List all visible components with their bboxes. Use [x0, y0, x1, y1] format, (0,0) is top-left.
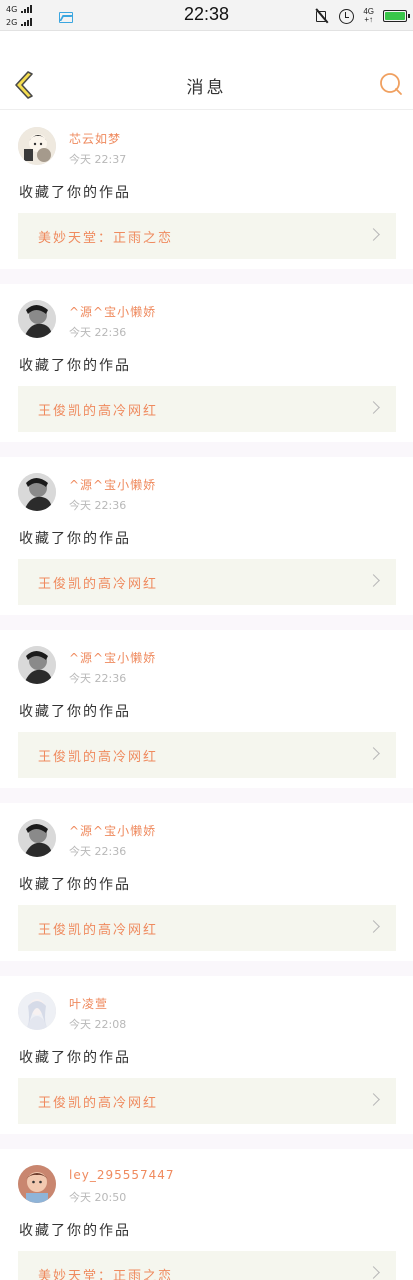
- card-separator: [0, 615, 413, 630]
- work-title: 王俊凯的高冷网红: [38, 1096, 159, 1111]
- work-link[interactable]: 美妙天堂：正雨之恋: [18, 1251, 396, 1280]
- card-separator: [0, 1134, 413, 1149]
- action-text: 收藏了你的作品: [19, 1223, 131, 1239]
- work-link[interactable]: 王俊凯的高冷网红: [18, 905, 396, 951]
- card-separator: [0, 442, 413, 457]
- work-title: 王俊凯的高冷网红: [38, 577, 159, 592]
- action-text: 收藏了你的作品: [19, 1050, 131, 1066]
- timestamp: 今天 20:50: [69, 1191, 127, 1204]
- notification-card: ^源^宝小懒娇今天 22:36 收藏了你的作品王俊凯的高冷网红: [0, 457, 413, 615]
- work-title: 美妙天堂：正雨之恋: [38, 1269, 174, 1280]
- notification-card: ley_295557447 今天 20:50 收藏了你的作品美妙天堂：正雨之恋: [0, 1149, 413, 1280]
- username[interactable]: ^源^宝小懒娇: [69, 303, 156, 320]
- work-link[interactable]: 美妙天堂：正雨之恋: [18, 213, 396, 259]
- notification-card: ^源^宝小懒娇今天 22:36 收藏了你的作品王俊凯的高冷网红: [0, 630, 413, 788]
- notification-card: ^源^宝小懒娇今天 22:36 收藏了你的作品王俊凯的高冷网红: [0, 284, 413, 442]
- chevron-right-icon: [367, 1093, 380, 1106]
- mute-icon: [314, 8, 330, 24]
- notification-list: 芯云如梦 今天 22:37 收藏了你的作品 美妙天堂：正雨之恋 ^源^宝小懒娇 今天 22…: [0, 111, 413, 1280]
- work-link[interactable]: 王俊凯的高冷网红: [18, 732, 396, 778]
- search-icon[interactable]: [379, 72, 403, 96]
- timestamp: 今天 22:36: [69, 845, 127, 858]
- work-link[interactable]: 王俊凯的高冷网红: [18, 1078, 396, 1124]
- chevron-right-icon: [367, 747, 380, 760]
- username[interactable]: 芯云如梦: [69, 130, 121, 147]
- avatar[interactable]: [18, 819, 56, 857]
- avatar[interactable]: [18, 1165, 56, 1203]
- card-separator: [0, 788, 413, 803]
- avatar[interactable]: [18, 300, 56, 338]
- chevron-right-icon: [367, 228, 380, 241]
- status-bar: 4G 2G 22:38 4G +↑: [0, 0, 413, 31]
- chevron-right-icon: [367, 574, 380, 587]
- network-arrows: +↑: [364, 15, 373, 24]
- action-text: 收藏了你的作品: [19, 358, 131, 374]
- timestamp: 今天 22:36: [69, 326, 127, 339]
- username[interactable]: 叶凌萱: [69, 995, 108, 1012]
- top-bar: 消息: [0, 58, 413, 110]
- card-separator: [0, 269, 413, 284]
- avatar[interactable]: [18, 646, 56, 684]
- notification-card: 叶凌萱今天 22:08 收藏了你的作品王俊凯的高冷网红: [0, 976, 413, 1134]
- username[interactable]: ^源^宝小懒娇: [69, 476, 156, 493]
- notification-card: ^源^宝小懒娇今天 22:36 收藏了你的作品王俊凯的高冷网红: [0, 803, 413, 961]
- work-title: 王俊凯的高冷网红: [38, 923, 159, 938]
- work-link[interactable]: 王俊凯的高冷网红: [18, 559, 396, 605]
- work-title: 王俊凯的高冷网红: [38, 404, 159, 419]
- chevron-right-icon: [367, 920, 380, 933]
- status-icons: 4G +↑: [314, 5, 410, 27]
- notification-card: 芯云如梦今天 22:37 收藏了你的作品美妙天堂：正雨之恋: [0, 111, 413, 269]
- username[interactable]: ^源^宝小懒娇: [69, 822, 156, 839]
- action-text: 收藏了你的作品: [19, 877, 131, 893]
- battery-icon: [383, 10, 410, 22]
- alarm-icon: [339, 8, 355, 24]
- action-text: 收藏了你的作品: [19, 531, 131, 547]
- page-title: 消息: [186, 78, 227, 98]
- work-link[interactable]: 王俊凯的高冷网红: [18, 386, 396, 432]
- chevron-right-icon: [367, 401, 380, 414]
- timestamp: 今天 22:37: [69, 153, 127, 166]
- work-title: 美妙天堂：正雨之恋: [38, 231, 174, 246]
- username[interactable]: ley_295557447: [69, 1168, 175, 1182]
- avatar[interactable]: [18, 992, 56, 1030]
- avatar[interactable]: [18, 473, 56, 511]
- timestamp: 今天 22:36: [69, 672, 127, 685]
- chevron-right-icon: [367, 1266, 380, 1279]
- work-title: 王俊凯的高冷网红: [38, 750, 159, 765]
- timestamp: 今天 22:08: [69, 1018, 127, 1031]
- timestamp: 今天 22:36: [69, 499, 127, 512]
- action-text: 收藏了你的作品: [19, 185, 131, 201]
- avatar[interactable]: [18, 127, 56, 165]
- network-icon: 4G +↑: [363, 8, 374, 24]
- action-text: 收藏了你的作品: [19, 704, 131, 720]
- username[interactable]: ^源^宝小懒娇: [69, 649, 156, 666]
- card-separator: [0, 961, 413, 976]
